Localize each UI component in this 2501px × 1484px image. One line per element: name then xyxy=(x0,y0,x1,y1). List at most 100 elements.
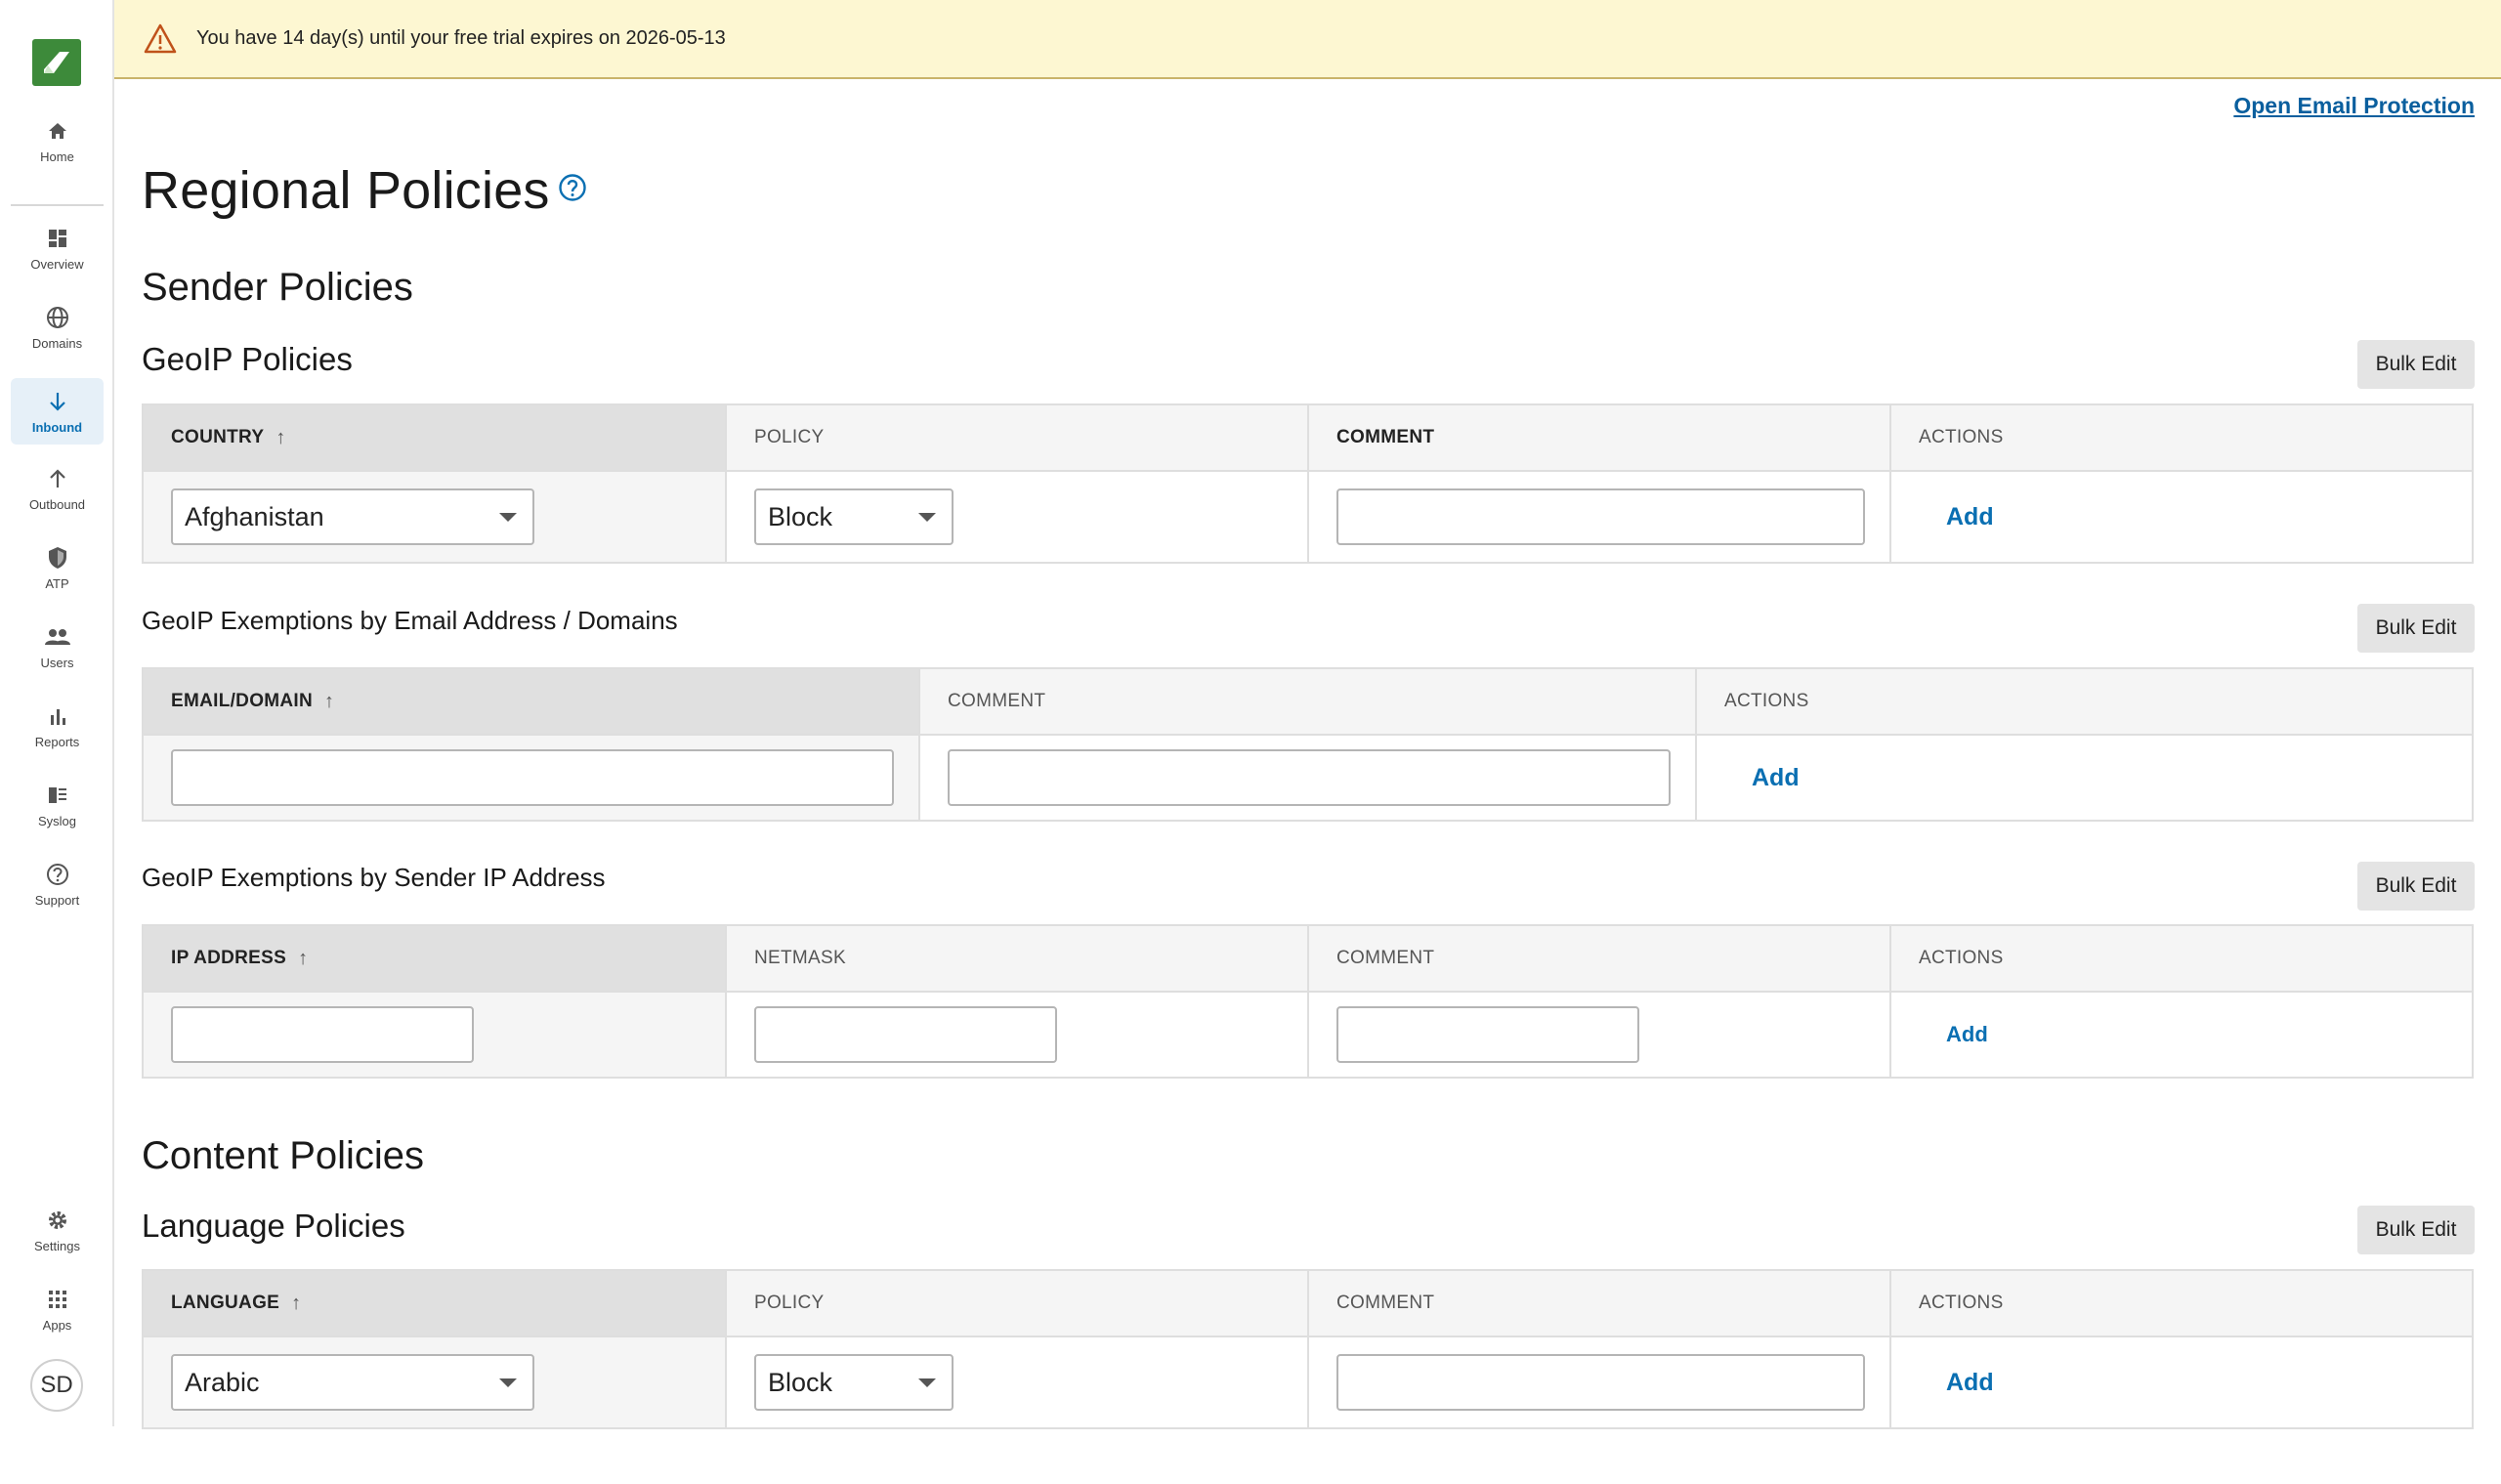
country-select[interactable]: Afghanistan xyxy=(171,488,534,545)
sort-up-icon: ↑ xyxy=(291,1292,302,1314)
sidebar-item-home[interactable]: Home xyxy=(11,107,104,174)
ip-address-column-header[interactable]: IP ADDRESS ↑ xyxy=(144,926,727,991)
language-policies-title: Language Policies xyxy=(142,1208,405,1244)
chevron-down-icon xyxy=(499,512,517,522)
sidebar-item-label: Inbound xyxy=(31,419,83,435)
chevron-down-icon xyxy=(918,512,936,522)
sidebar-divider xyxy=(11,204,104,206)
logo-mark-icon xyxy=(44,52,69,73)
trial-message: You have 14 day(s) until your free trial… xyxy=(196,27,726,49)
sidebar-item-outbound[interactable]: Outbound xyxy=(11,455,104,522)
chevron-down-icon xyxy=(918,1378,936,1387)
email-domain-column-header[interactable]: EMAIL/DOMAIN ↑ xyxy=(144,669,920,734)
policy-column-header: POLICY xyxy=(727,1271,1309,1336)
arrow-down-icon xyxy=(45,389,70,414)
table-header: LANGUAGE ↑ POLICY COMMENT ACTIONS xyxy=(144,1271,2472,1337)
sidebar-item-reports[interactable]: Reports xyxy=(11,693,104,759)
sidebar-item-label: Domains xyxy=(31,335,83,351)
add-language-policy-link[interactable]: Add xyxy=(1946,1369,1994,1397)
sidebar-item-label: Apps xyxy=(42,1317,72,1333)
table-header: COUNTRY ↑ POLICY COMMENT ACTIONS xyxy=(144,405,2472,472)
country-column-header[interactable]: COUNTRY ↑ xyxy=(144,405,727,470)
email-exemptions-bulk-edit-button[interactable]: Bulk Edit xyxy=(2357,604,2475,653)
sidebar-item-inbound[interactable]: Inbound xyxy=(11,378,104,445)
email-exemptions-table: EMAIL/DOMAIN ↑ COMMENT ACTIONS Add xyxy=(142,667,2474,822)
comment-column-header: COMMENT xyxy=(920,669,1697,734)
geoip-policies-table: COUNTRY ↑ POLICY COMMENT ACTIONS Afghanis… xyxy=(142,403,2474,564)
sidebar-item-label: Syslog xyxy=(37,813,77,828)
actions-column-header: ACTIONS xyxy=(1919,427,2004,447)
sidebar-item-label: Home xyxy=(40,148,74,164)
comment-column-header: COMMENT xyxy=(1309,926,1891,991)
trial-banner: You have 14 day(s) until your free trial… xyxy=(114,0,2501,79)
language-policies-table: LANGUAGE ↑ POLICY COMMENT ACTIONS Arabic … xyxy=(142,1269,2474,1429)
gear-icon xyxy=(45,1208,70,1233)
netmask-column-header: NETMASK xyxy=(727,926,1309,991)
open-email-protection-link[interactable]: Open Email Protection xyxy=(2233,93,2475,119)
table-row: Add xyxy=(144,993,2472,1077)
comment-input[interactable] xyxy=(1336,1006,1639,1063)
netmask-input[interactable] xyxy=(754,1006,1057,1063)
sidebar: Home Overview Domains Inbound Outbound A… xyxy=(0,0,114,1426)
policy-select[interactable]: Block xyxy=(754,1354,954,1411)
comment-column-header: COMMENT xyxy=(1309,405,1891,470)
ip-address-input[interactable] xyxy=(171,1006,474,1063)
avatar[interactable]: SD xyxy=(30,1359,83,1412)
help-circle-icon xyxy=(45,862,70,887)
sidebar-item-overview[interactable]: Overview xyxy=(11,215,104,281)
actions-column-header: ACTIONS xyxy=(1919,1293,2004,1313)
sidebar-item-label: Overview xyxy=(30,256,84,272)
policy-select[interactable]: Block xyxy=(754,488,954,545)
sort-up-icon: ↑ xyxy=(298,947,309,969)
table-header: IP ADDRESS ↑ NETMASK COMMENT ACTIONS xyxy=(144,926,2472,993)
ip-exemptions-title: GeoIP Exemptions by Sender IP Address xyxy=(142,863,606,892)
actions-column-header: ACTIONS xyxy=(1724,691,1809,711)
geoip-policies-title: GeoIP Policies xyxy=(142,341,353,377)
sidebar-item-label: Settings xyxy=(34,1238,80,1253)
sort-up-icon: ↑ xyxy=(324,690,335,712)
page-title: Regional Policies xyxy=(142,161,550,220)
globe-icon xyxy=(45,305,70,330)
table-row: Afghanistan Block Add xyxy=(144,472,2472,562)
add-geoip-policy-link[interactable]: Add xyxy=(1946,503,1994,531)
content-policies-title: Content Policies xyxy=(142,1134,425,1177)
home-icon xyxy=(45,118,70,144)
comment-input[interactable] xyxy=(1336,1354,1865,1411)
policy-column-header: POLICY xyxy=(727,405,1309,470)
sidebar-item-atp[interactable]: ATP xyxy=(11,534,104,601)
add-ip-exemption-link[interactable]: Add xyxy=(1946,1022,1988,1047)
help-icon[interactable] xyxy=(558,173,587,202)
sidebar-item-users[interactable]: Users xyxy=(11,614,104,680)
sender-policies-title: Sender Policies xyxy=(142,266,413,309)
ip-exemptions-bulk-edit-button[interactable]: Bulk Edit xyxy=(2357,862,2475,911)
language-select[interactable]: Arabic xyxy=(171,1354,534,1411)
sidebar-item-settings[interactable]: Settings xyxy=(11,1197,104,1263)
chevron-down-icon xyxy=(499,1378,517,1387)
overview-icon xyxy=(45,226,70,251)
language-column-header[interactable]: LANGUAGE ↑ xyxy=(144,1271,727,1336)
language-bulk-edit-button[interactable]: Bulk Edit xyxy=(2357,1206,2475,1254)
syslog-icon xyxy=(45,783,70,808)
sidebar-item-label: Outbound xyxy=(28,496,86,512)
table-row: Add xyxy=(144,736,2472,820)
app-logo[interactable] xyxy=(32,39,81,86)
sidebar-item-label: Support xyxy=(34,892,80,908)
grid-icon xyxy=(45,1287,70,1312)
sidebar-item-domains[interactable]: Domains xyxy=(11,294,104,360)
comment-column-header: COMMENT xyxy=(1309,1271,1891,1336)
sidebar-item-support[interactable]: Support xyxy=(11,851,104,917)
table-row: Arabic Block Add xyxy=(144,1337,2472,1427)
add-email-exemption-link[interactable]: Add xyxy=(1752,764,1800,792)
comment-input[interactable] xyxy=(948,749,1671,806)
sidebar-item-label: ATP xyxy=(45,575,69,591)
sidebar-item-apps[interactable]: Apps xyxy=(11,1276,104,1342)
warning-icon xyxy=(144,23,177,53)
comment-input[interactable] xyxy=(1336,488,1865,545)
sidebar-item-syslog[interactable]: Syslog xyxy=(11,772,104,838)
table-header: EMAIL/DOMAIN ↑ COMMENT ACTIONS xyxy=(144,669,2472,736)
email-domain-input[interactable] xyxy=(171,749,894,806)
geoip-bulk-edit-button[interactable]: Bulk Edit xyxy=(2357,340,2475,389)
email-exemptions-title: GeoIP Exemptions by Email Address / Doma… xyxy=(142,606,678,635)
sidebar-item-label: Reports xyxy=(34,734,80,749)
bar-chart-icon xyxy=(45,703,70,729)
